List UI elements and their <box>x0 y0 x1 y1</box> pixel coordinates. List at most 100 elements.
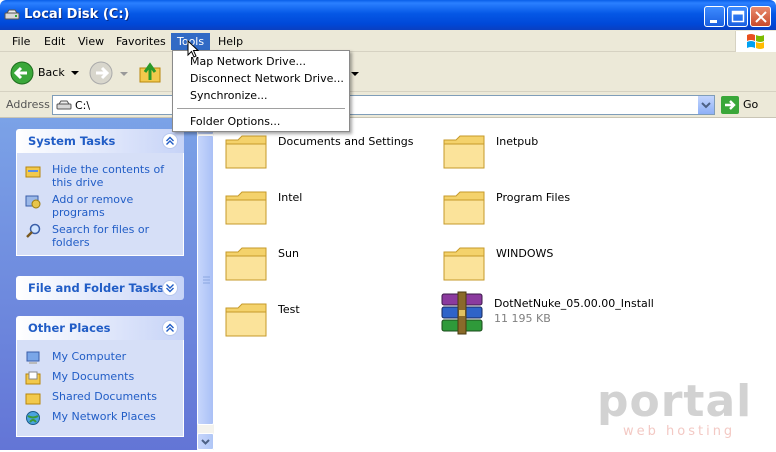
menu-help[interactable]: Help <box>212 33 249 50</box>
menu-map-network-drive[interactable]: Map Network Drive... <box>174 53 348 70</box>
task-search-files[interactable]: Search for files or folders <box>25 223 175 251</box>
file-name: Sun <box>278 247 299 260</box>
hide-folder-icon <box>25 166 41 178</box>
folder-icon <box>225 303 267 337</box>
chevron-down-icon[interactable] <box>351 72 359 78</box>
drive-icon <box>56 100 72 110</box>
expand-chevron-icon[interactable] <box>162 280 178 296</box>
file-name: Test <box>278 303 300 316</box>
folder-intel[interactable]: Intel <box>222 182 422 230</box>
grip-icon <box>203 276 210 284</box>
drive-icon <box>4 9 20 20</box>
system-tasks-header[interactable]: System Tasks <box>16 129 184 153</box>
minimize-button[interactable] <box>704 6 725 27</box>
folder-sun[interactable]: Sun <box>222 238 422 286</box>
up-folder-icon[interactable] <box>137 60 163 86</box>
place-my-computer[interactable]: My Computer <box>25 350 175 366</box>
search-icon <box>26 223 41 238</box>
windows-logo <box>735 31 776 52</box>
back-button[interactable]: Back <box>9 60 91 86</box>
folder-test[interactable]: Test <box>222 294 422 342</box>
place-label: My Network Places <box>52 410 156 423</box>
chevron-down-icon <box>71 71 79 75</box>
go-arrow-icon <box>721 96 739 114</box>
folder-icon <box>443 191 485 225</box>
chevron-down-icon[interactable] <box>120 72 128 78</box>
network-icon <box>26 411 40 425</box>
file-folder-tasks-title: File and Folder Tasks <box>28 281 165 295</box>
winrar-archive-icon <box>441 291 483 335</box>
forward-arrow-icon[interactable] <box>88 60 114 86</box>
place-label: Shared Documents <box>52 390 157 403</box>
folder-program-files[interactable]: Program Files <box>440 182 640 230</box>
title-bar[interactable]: Local Disk (C:) <box>0 0 776 30</box>
task-pane-scrollbar[interactable] <box>197 118 214 450</box>
mouse-cursor-icon <box>187 40 199 58</box>
chevron-down-icon <box>701 102 711 109</box>
task-hide-drive-contents[interactable]: Hide the contents of this drive <box>25 163 175 191</box>
scroll-down-button[interactable] <box>197 433 214 450</box>
place-my-network-places[interactable]: My Network Places <box>25 410 175 426</box>
portal-watermark: portal web hosting <box>597 376 751 442</box>
menu-separator <box>177 108 345 109</box>
collapse-chevron-icon[interactable] <box>162 320 178 336</box>
folder-documents-and-settings[interactable]: Documents and Settings <box>222 126 422 174</box>
documents-folder-icon <box>25 371 41 385</box>
file-name: Program Files <box>496 191 571 204</box>
window-title: Local Disk (C:) <box>24 7 130 22</box>
file-name: WINDOWS <box>496 247 554 260</box>
file-name: Inetpub <box>496 135 539 148</box>
folder-icon <box>443 135 485 169</box>
close-button[interactable] <box>750 6 771 27</box>
menu-file[interactable]: File <box>6 33 36 50</box>
folder-windows[interactable]: WINDOWS <box>440 238 640 286</box>
menu-disconnect-network-drive[interactable]: Disconnect Network Drive... <box>174 70 348 87</box>
maximize-button[interactable] <box>727 6 748 27</box>
chevron-down-icon <box>201 439 210 445</box>
task-label: Search for files or folders <box>52 223 150 249</box>
place-label: My Computer <box>52 350 127 363</box>
task-label: Hide the contents of this drive <box>52 163 165 189</box>
computer-icon <box>26 351 40 364</box>
file-folder-tasks-header[interactable]: File and Folder Tasks <box>16 276 184 300</box>
menu-edit[interactable]: Edit <box>38 33 71 50</box>
scroll-thumb[interactable] <box>197 135 214 425</box>
tools-menu: Map Network Drive... Disconnect Network … <box>172 50 350 132</box>
menu-favorites[interactable]: Favorites <box>110 33 172 50</box>
folder-icon <box>443 247 485 281</box>
task-pane: System Tasks Hide the contents of this d… <box>0 118 197 450</box>
system-tasks-body: Hide the contents of this drive Add or r… <box>16 153 184 256</box>
collapse-chevron-icon[interactable] <box>162 133 178 149</box>
address-input[interactable]: C:\ <box>52 95 715 115</box>
maximize-icon <box>731 10 745 23</box>
folder-inetpub[interactable]: Inetpub <box>440 126 640 174</box>
folder-icon <box>225 135 267 169</box>
other-places-header[interactable]: Other Places <box>16 316 184 340</box>
file-size: 11 195 KB <box>494 312 551 325</box>
address-label: Address <box>6 98 50 111</box>
toolbar: Back <box>0 52 776 92</box>
menu-synchronize[interactable]: Synchronize... <box>174 87 348 104</box>
place-label: My Documents <box>52 370 135 383</box>
shared-folder-icon <box>25 393 41 405</box>
go-label: Go <box>743 98 759 111</box>
task-add-remove-programs[interactable]: Add or remove programs <box>25 193 175 221</box>
windows-flag-icon <box>747 34 764 49</box>
go-button[interactable]: Go <box>721 96 771 114</box>
add-remove-programs-icon <box>25 195 41 209</box>
folder-icon <box>225 247 267 281</box>
place-my-documents[interactable]: My Documents <box>25 370 175 386</box>
folder-icon <box>225 191 267 225</box>
place-shared-documents[interactable]: Shared Documents <box>25 390 175 406</box>
file-name: DotNetNuke_05.00.00_Install <box>494 297 654 310</box>
file-dotnetnuke-install[interactable]: DotNetNuke_05.00.00_Install 11 195 KB <box>438 290 668 338</box>
address-bar: Address C:\ Go <box>0 92 776 118</box>
close-icon <box>755 11 767 23</box>
file-name: Documents and Settings <box>278 135 414 148</box>
menu-folder-options[interactable]: Folder Options... <box>174 113 348 130</box>
back-arrow-icon <box>10 61 34 85</box>
menu-bar: File Edit View Favorites Tools Help <box>0 30 776 52</box>
back-label: Back <box>38 66 65 79</box>
address-dropdown-button[interactable] <box>697 96 714 114</box>
menu-view[interactable]: View <box>72 33 110 50</box>
